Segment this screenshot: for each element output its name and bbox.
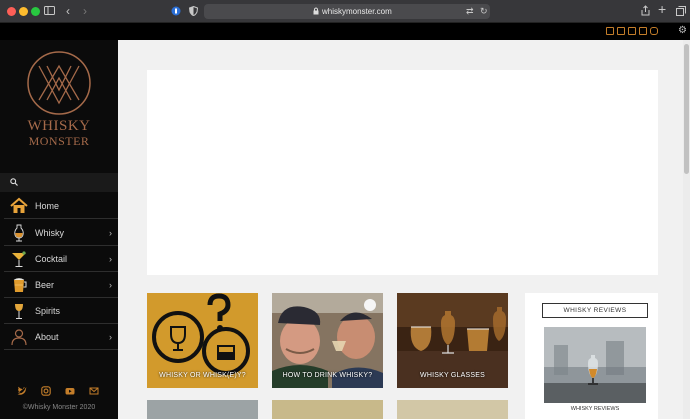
- sidebar-item-label: Beer: [35, 280, 55, 290]
- sidebar-item-label: Whisky: [35, 228, 64, 238]
- card-caption: WHISKY GLASSES: [420, 372, 485, 379]
- sidebar-toggle-icon[interactable]: [44, 6, 55, 15]
- instagram-icon[interactable]: [650, 27, 658, 35]
- translate-icon[interactable]: ⇄: [466, 5, 474, 18]
- forward-icon[interactable]: ›: [83, 4, 87, 18]
- beer-mug-icon: [13, 278, 27, 292]
- address-bar[interactable]: whiskymonster.com ⇄ ↻: [204, 4, 490, 19]
- chevron-right-icon[interactable]: ›: [109, 227, 112, 239]
- minimize-window-button[interactable]: [19, 7, 28, 16]
- zoom-window-button[interactable]: [31, 7, 40, 16]
- reload-icon[interactable]: ↻: [480, 5, 488, 18]
- sidebar-search[interactable]: [0, 173, 118, 192]
- linkedin-icon[interactable]: [628, 27, 636, 35]
- house-icon: [10, 197, 28, 213]
- widget-item-caption[interactable]: WHISKY REVIEWS: [525, 406, 665, 412]
- new-tab-icon[interactable]: +: [658, 2, 666, 16]
- article-card-whisky-glasses[interactable]: WHISKY GLASSES: [397, 293, 508, 388]
- back-icon[interactable]: ‹: [66, 4, 70, 18]
- share-icon[interactable]: [641, 5, 650, 16]
- chevron-right-icon[interactable]: ›: [109, 253, 112, 265]
- card-caption: WHISKY OR WHISK(E)Y?: [159, 372, 246, 379]
- article-card[interactable]: [272, 400, 383, 419]
- logo-text-line1: WHISKY: [27, 118, 91, 134]
- scrollbar-thumb[interactable]: [684, 44, 689, 174]
- gear-icon[interactable]: ⚙: [678, 25, 687, 36]
- twitter-icon[interactable]: [617, 27, 625, 35]
- sidebar-item-label: About: [35, 332, 59, 342]
- page-scrollbar[interactable]: [683, 40, 690, 419]
- search-icon[interactable]: [10, 178, 18, 186]
- sidebar-item-whisky[interactable]: Whisky ›: [4, 220, 118, 246]
- spirits-glass-icon: [15, 304, 23, 319]
- youtube-icon[interactable]: [639, 27, 647, 35]
- password-manager-icon[interactable]: [171, 6, 181, 16]
- email-icon[interactable]: [89, 386, 99, 396]
- article-card[interactable]: [147, 400, 258, 419]
- person-icon: [11, 329, 27, 346]
- sidebar-item-spirits[interactable]: Spirits: [4, 298, 118, 324]
- sidebar-item-beer[interactable]: Beer ›: [4, 272, 118, 298]
- whisky-monster-logo-icon[interactable]: [20, 48, 98, 118]
- sidebar-item-label: Home: [35, 201, 60, 211]
- sidebar-item-home[interactable]: Home: [4, 193, 118, 219]
- article-card[interactable]: [397, 400, 508, 419]
- whisky-reviews-widget: WHISKY REVIEWS WHISKY REVIEWS: [525, 293, 658, 419]
- sidebar-item-label: Spirits: [35, 306, 61, 316]
- twitter-icon[interactable]: [17, 386, 27, 396]
- whisky-glass-icon: [14, 224, 24, 242]
- close-window-button[interactable]: [7, 7, 16, 16]
- youtube-icon[interactable]: [65, 386, 75, 396]
- privacy-shield-icon[interactable]: [189, 6, 198, 16]
- browser-toolbar: ‹ › whiskymonster.com ⇄ ↻ +: [0, 0, 690, 23]
- cocktail-glass-icon: [12, 251, 26, 267]
- instagram-icon[interactable]: [41, 386, 51, 396]
- article-card-whisky-or-whiskey[interactable]: WHISKY OR WHISK(E)Y?: [147, 293, 258, 388]
- lock-icon: [313, 7, 319, 15]
- sidebar-item-about[interactable]: About ›: [4, 324, 118, 350]
- whisky-review-thumbnail[interactable]: [544, 327, 646, 403]
- card-caption: HOW TO DRINK WHISKY?: [282, 372, 373, 379]
- widget-title: WHISKY REVIEWS: [542, 303, 648, 318]
- chevron-right-icon[interactable]: ›: [109, 331, 112, 343]
- article-card-how-to-drink[interactable]: HOW TO DRINK WHISKY?: [272, 293, 383, 388]
- facebook-icon[interactable]: [606, 27, 614, 35]
- main-content: WHISKY OR WHISK(E)Y? HOW TO DRINK WHISKY…: [118, 40, 683, 419]
- sidebar-item-cocktail[interactable]: Cocktail ›: [4, 246, 118, 272]
- sidebar-item-label: Cocktail: [35, 254, 68, 264]
- tab-overview-icon[interactable]: [676, 6, 686, 16]
- copyright-text: ©Whisky Monster 2020: [22, 404, 96, 411]
- logo-text-line2: MONSTER: [28, 134, 90, 148]
- ad-banner-placeholder: [147, 70, 658, 275]
- url-text: whiskymonster.com: [322, 7, 392, 16]
- sidebar: WHISKY MONSTER Home Whisky › Cocktail › …: [0, 40, 118, 419]
- top-social-bar: ⚙: [0, 23, 690, 40]
- chevron-right-icon[interactable]: ›: [109, 279, 112, 291]
